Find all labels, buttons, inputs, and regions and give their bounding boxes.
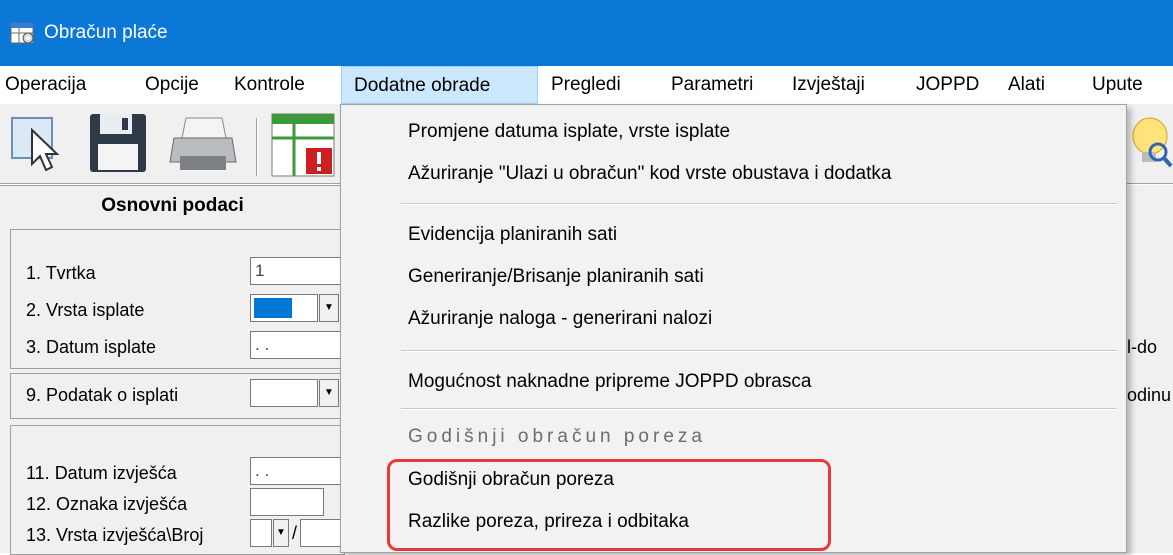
menu-pregledi[interactable]: Pregledi (551, 66, 621, 104)
menu-separator (401, 408, 1117, 410)
menu-separator (401, 203, 1117, 205)
title-bar: Obračun plaće (0, 0, 1173, 66)
menu-item-evidencija-sati[interactable]: Evidencija planiranih sati (408, 224, 617, 246)
menu-group-header-godisnji: Godišnji obračun poreza (408, 426, 706, 447)
field-label-vrsta-izvjesca-broj: 13. Vrsta izvješća\Broj (26, 525, 204, 545)
menu-bar: Operacija Opcije Kontrole Dodatne obrade… (0, 66, 1173, 104)
datum-isplate-input[interactable]: . . (250, 331, 345, 359)
vrsta-isplate-dropdown-button[interactable]: ▼ (319, 294, 339, 322)
menu-operacija[interactable]: Operacija (5, 66, 86, 104)
podatak-o-isplati-dropdown-button[interactable]: ▼ (319, 379, 339, 407)
menu-item-joppd-priprema[interactable]: Mogućnost naknadne pripreme JOPPD obrasc… (408, 371, 811, 393)
toolbar-separator (256, 118, 258, 176)
menu-item-azuriranje-naloga[interactable]: Ažuriranje naloga - generirani nalozi (408, 308, 712, 330)
vrsta-izvjesca-input[interactable] (250, 519, 272, 547)
select-pointer-icon[interactable] (10, 112, 74, 176)
menu-separator (401, 350, 1117, 352)
menu-item-azuriranje-ulazi[interactable]: Ažuriranje "Ulazi u obračun" kod vrste o… (408, 163, 891, 185)
right-column-label-fragment-2: odinu (1127, 385, 1172, 405)
right-column-label-fragment: l-do (1127, 337, 1158, 357)
section-title: Osnovni podaci (0, 185, 345, 225)
menu-item-promjene-datuma[interactable]: Promjene datuma isplate, vrste isplate (408, 121, 730, 143)
tvrtka-input[interactable]: 1 (250, 257, 345, 285)
menu-izvjestaji[interactable]: Izvještaji (792, 66, 865, 104)
menu-upute[interactable]: Upute (1092, 66, 1143, 104)
menu-alati[interactable]: Alati (1008, 66, 1045, 104)
vrsta-isplate-select[interactable] (250, 294, 318, 322)
field-label-datum-izvjesca: 11. Datum izvješća (26, 463, 177, 483)
highlight-annotation (387, 459, 831, 551)
report-number-separator: / (292, 523, 298, 543)
vrsta-izvjesca-dropdown-button[interactable]: ▼ (273, 519, 289, 547)
app-icon (10, 22, 34, 44)
menu-opcije[interactable]: Opcije (145, 66, 199, 104)
dodatne-obrade-dropdown: Promjene datuma isplate, vrste isplate A… (340, 104, 1127, 553)
menu-kontrole[interactable]: Kontrole (234, 66, 305, 104)
menu-parametri[interactable]: Parametri (671, 66, 753, 104)
menu-joppd[interactable]: JOPPD (916, 66, 979, 104)
window-title: Obračun plaće (44, 22, 168, 43)
printer-icon[interactable] (166, 112, 240, 176)
table-alert-icon[interactable] (270, 112, 336, 178)
broj-izvjesca-input[interactable] (300, 519, 345, 547)
datum-izvjesca-input[interactable]: . . (250, 457, 345, 485)
oznaka-izvjesca-input[interactable] (250, 488, 324, 516)
podatak-o-isplati-select[interactable] (250, 379, 318, 407)
field-label-tvrtka: 1. Tvrtka (26, 263, 96, 283)
field-label-oznaka-izvjesca: 12. Oznaka izvješća (26, 494, 188, 514)
save-disk-icon[interactable] (86, 110, 150, 176)
menu-item-generiranje-sati[interactable]: Generiranje/Brisanje planiranih sati (408, 266, 704, 288)
lightbulb-search-icon[interactable] (1128, 114, 1173, 174)
field-label-podatak-o-isplati: 9. Podatak o isplati (26, 385, 179, 405)
selected-value-swatch (254, 298, 292, 318)
field-label-datum-isplate: 3. Datum isplate (26, 337, 157, 357)
field-label-vrsta-isplate: 2. Vrsta isplate (26, 300, 145, 320)
menu-dodatne-obrade[interactable]: Dodatne obrade (341, 66, 538, 104)
